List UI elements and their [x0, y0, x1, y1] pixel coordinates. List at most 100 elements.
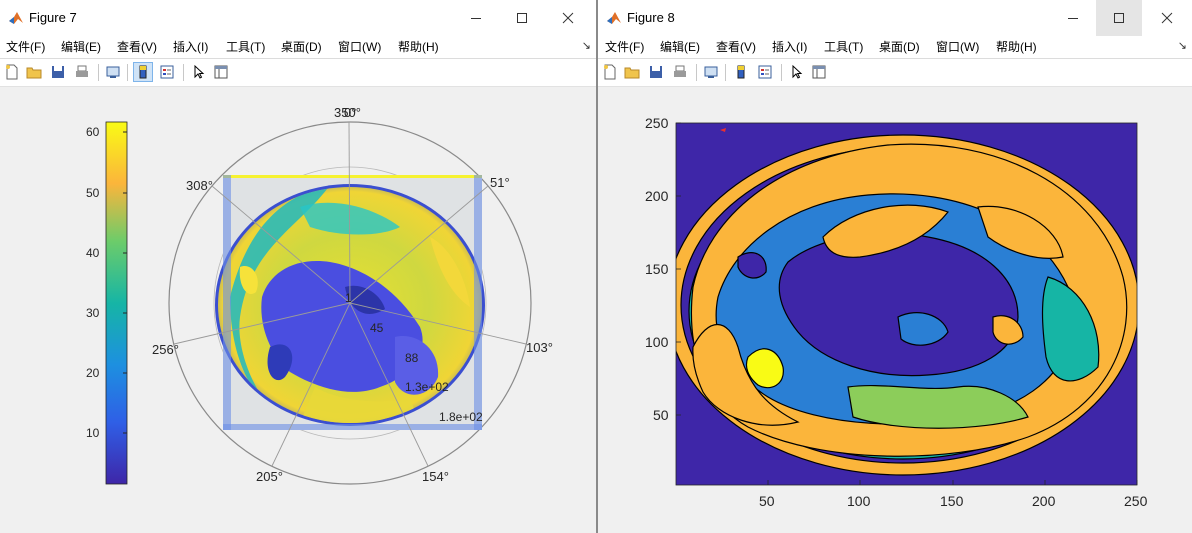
polar-angle-label: 308° [186, 178, 213, 193]
menu-window[interactable]: 窗口(W) [936, 39, 979, 55]
panel-icon [812, 65, 826, 79]
property-inspector-button[interactable] [211, 62, 231, 82]
colorbar-tick: 20 [86, 366, 100, 380]
property-inspector-button[interactable] [809, 62, 829, 82]
save-icon [52, 66, 64, 78]
menu-expand-icon[interactable]: ↘ [582, 39, 591, 52]
matlab-icon [9, 12, 23, 24]
y-tick-label: 200 [645, 188, 669, 204]
close-icon [562, 12, 574, 24]
menu-view[interactable]: 查看(V) [716, 39, 756, 55]
close-button[interactable] [1144, 0, 1190, 36]
maximize-button[interactable] [1096, 0, 1142, 36]
menubar: 文件(F) 编辑(E) 查看(V) 插入(I) 工具(T) 桌面(D) 窗口(W… [0, 36, 596, 59]
minimize-button[interactable] [453, 0, 499, 36]
menu-desktop[interactable]: 桌面(D) [879, 39, 920, 55]
panel-icon [214, 65, 228, 79]
pointer-icon [194, 64, 205, 79]
monitor-icon [106, 66, 120, 78]
folder-icon [624, 67, 640, 79]
colorbar[interactable] [105, 121, 128, 485]
menu-file[interactable]: 文件(F) [6, 39, 45, 55]
maximize-icon [517, 13, 527, 23]
open-file-button[interactable] [622, 62, 642, 82]
close-icon [1161, 12, 1173, 24]
polar-radial-label: 45 [370, 321, 384, 335]
polar-angle-label: 154° [422, 469, 449, 484]
toolbar [598, 59, 1192, 87]
new-file-icon [6, 64, 18, 80]
print-icon [674, 65, 686, 77]
toolbar [0, 59, 596, 87]
save-button[interactable] [646, 62, 666, 82]
menubar: 文件(F) 编辑(E) 查看(V) 插入(I) 工具(T) 桌面(D) 窗口(W… [598, 36, 1192, 59]
titlebar[interactable]: Figure 8 [598, 0, 1192, 36]
save-button[interactable] [48, 62, 68, 82]
print-button[interactable] [670, 62, 690, 82]
colorbar-tick: 10 [86, 426, 100, 440]
figure-canvas[interactable]: 60 50 40 30 20 10 350° 0° 51° 103° 154° … [0, 87, 596, 533]
menu-expand-icon[interactable]: ↘ [1178, 39, 1187, 52]
edit-plot-button[interactable] [787, 62, 807, 82]
new-figure-button[interactable] [2, 62, 22, 82]
figure-7-window: Figure 7 文件(F) 编辑(E) 查看(V) 插入(I) 工具(T) 桌… [0, 0, 596, 533]
insert-legend-button[interactable] [755, 62, 775, 82]
x-tick-label: 250 [1124, 493, 1148, 509]
colorbar-tick: 30 [86, 306, 100, 320]
maximize-button[interactable] [499, 0, 545, 36]
figure-canvas[interactable]: 50 100 150 200 250 250 200 150 100 50 [598, 87, 1192, 533]
menu-insert[interactable]: 插入(I) [772, 39, 807, 55]
menu-desktop[interactable]: 桌面(D) [281, 39, 322, 55]
menu-tools[interactable]: 工具(T) [226, 39, 265, 55]
insert-colorbar-button[interactable] [731, 62, 751, 82]
y-tick-label: 250 [645, 115, 669, 131]
x-tick-label: 50 [759, 493, 775, 509]
edit-plot-button[interactable] [189, 62, 209, 82]
menu-tools[interactable]: 工具(T) [824, 39, 863, 55]
colorbar-icon [737, 65, 745, 79]
menu-edit[interactable]: 编辑(E) [61, 39, 101, 55]
contour-image[interactable] [667, 123, 1139, 485]
legend-icon [758, 65, 772, 79]
link-plot-button[interactable] [701, 62, 721, 82]
x-tick-label: 150 [940, 493, 964, 509]
close-button[interactable] [545, 0, 591, 36]
contour-plot-svg[interactable]: 50 100 150 200 250 250 200 150 100 50 [598, 87, 1192, 533]
menu-view[interactable]: 查看(V) [117, 39, 157, 55]
menu-insert[interactable]: 插入(I) [173, 39, 208, 55]
polar-radial-label: 1 [345, 291, 352, 305]
insert-colorbar-button[interactable] [133, 62, 153, 82]
open-file-button[interactable] [24, 62, 44, 82]
print-button[interactable] [72, 62, 92, 82]
menu-help[interactable]: 帮助(H) [398, 39, 439, 55]
y-tick-label: 150 [645, 261, 669, 277]
x-tick-label: 200 [1032, 493, 1056, 509]
menu-file[interactable]: 文件(F) [605, 39, 644, 55]
legend-icon [160, 65, 174, 79]
link-plot-button[interactable] [103, 62, 123, 82]
polar-angle-label: 256° [152, 342, 179, 357]
polar-angle-label: 103° [526, 340, 553, 355]
save-icon [650, 66, 662, 78]
insert-legend-button[interactable] [157, 62, 177, 82]
maximize-icon [1114, 13, 1124, 23]
menu-window[interactable]: 窗口(W) [338, 39, 381, 55]
minimize-icon [1068, 18, 1078, 19]
colorbar-icon [139, 65, 147, 79]
polar-angle-label: 0° [344, 105, 356, 120]
minimize-icon [471, 18, 481, 19]
minimize-button[interactable] [1050, 0, 1096, 36]
menu-help[interactable]: 帮助(H) [996, 39, 1037, 55]
matlab-icon [607, 12, 621, 24]
new-figure-button[interactable] [600, 62, 620, 82]
polar-radial-label: 1.8e+02 [439, 410, 483, 424]
polar-plot-svg[interactable]: 60 50 40 30 20 10 350° 0° 51° 103° 154° … [0, 87, 596, 533]
new-file-icon [604, 64, 616, 80]
pointer-icon [792, 64, 803, 79]
colorbar-tick: 60 [86, 125, 100, 139]
polar-angle-label: 51° [490, 175, 510, 190]
menu-edit[interactable]: 编辑(E) [660, 39, 700, 55]
folder-icon [26, 67, 42, 79]
titlebar[interactable]: Figure 7 [0, 0, 596, 36]
polar-radial-label: 88 [405, 351, 419, 365]
